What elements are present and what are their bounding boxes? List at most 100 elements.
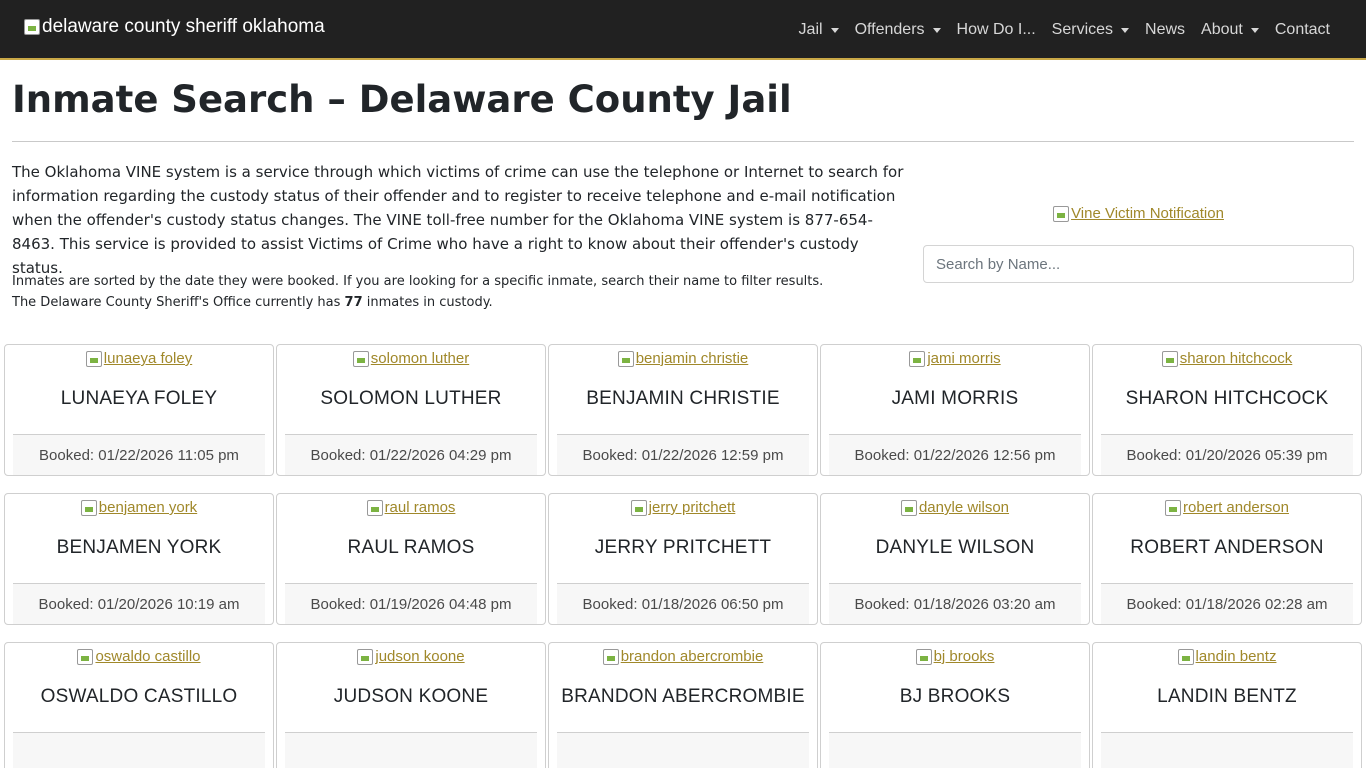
inmate-photo-alt-text: sharon hitchcock (1179, 350, 1293, 367)
inmate-card[interactable]: danyle wilson DANYLE WILSON Booked: 01/18/… (820, 493, 1090, 625)
caret-down-icon (932, 27, 941, 33)
inmate-photo-alt-text: jerry pritchett (648, 499, 736, 516)
broken-image-icon (630, 499, 647, 516)
inmate-photo-link[interactable]: solomon luther (277, 350, 545, 367)
inmate-photo-link[interactable]: raul ramos (277, 499, 545, 516)
inmate-card[interactable]: landin bentz LANDIN BENTZ (1092, 642, 1362, 768)
inmate-name[interactable]: BJ BROOKS (827, 685, 1083, 709)
inmate-photo-link[interactable]: benjamen york (5, 499, 273, 516)
inmate-card[interactable]: benjamen york BENJAMEN YORK Booked: 01/20/… (4, 493, 274, 625)
inmate-name[interactable]: JERRY PRITCHETT (555, 536, 811, 560)
nav-item-news[interactable]: News (1145, 0, 1185, 60)
inmate-card[interactable]: jerry pritchett JERRY PRITCHETT Booked: 01… (548, 493, 818, 625)
nav-item-contact[interactable]: Contact (1275, 0, 1330, 60)
inmate-photo-link[interactable]: bj brooks (821, 648, 1089, 665)
inmate-count-prefix: The Delaware County Sheriff's Office cur… (12, 295, 341, 310)
inmate-card[interactable]: oswaldo castillo OSWALDO CASTILLO (4, 642, 274, 768)
inmate-booked-date: Booked: 01/22/2026 12:59 pm (557, 434, 809, 475)
inmate-name[interactable]: JAMI MORRIS (827, 387, 1083, 411)
inmate-booked-date (13, 732, 265, 768)
inmate-photo-alt-text: bj brooks (933, 648, 995, 665)
inmate-photo-alt-text: jami morris (927, 350, 1001, 367)
nav-item-how-do-i[interactable]: How Do I... (957, 0, 1036, 60)
vine-notification-link[interactable]: Vine Victim Notification (923, 205, 1354, 222)
inmate-photo-link[interactable]: oswaldo castillo (5, 648, 273, 665)
nav-item-services[interactable]: Services (1052, 0, 1130, 60)
broken-image-icon (24, 19, 40, 35)
inmate-photo-alt-text: danyle wilson (918, 499, 1010, 516)
inmate-name[interactable]: SHARON HITCHCOCK (1099, 387, 1355, 411)
inmate-photo-link[interactable]: landin bentz (1093, 648, 1361, 665)
inmate-card[interactable]: sharon hitchcock SHARON HITCHCOCK Booked: … (1092, 344, 1362, 476)
inmate-card[interactable]: lunaeya foley LUNAEYA FOLEY Booked: 01/22/… (4, 344, 274, 476)
broken-image-icon (909, 350, 926, 367)
nav-item-offenders[interactable]: Offenders (855, 0, 941, 60)
inmate-booked-date (1101, 732, 1353, 768)
inmate-name[interactable]: DANYLE WILSON (827, 536, 1083, 560)
page-title: Inmate Search – Delaware County Jail (12, 78, 792, 121)
broken-image-icon (900, 499, 917, 516)
inmate-name[interactable]: RAUL RAMOS (283, 536, 539, 560)
inmate-photo-alt-text: benjamen york (98, 499, 198, 516)
inmate-count-suffix: inmates in custody. (366, 295, 493, 310)
inmate-booked-date: Booked: 01/18/2026 06:50 pm (557, 583, 809, 624)
inmate-photo-link[interactable]: benjamin christie (549, 350, 817, 367)
inmate-booked-date: Booked: 01/20/2026 05:39 pm (1101, 434, 1353, 475)
inmate-card[interactable]: judson koone JUDSON KOONE (276, 642, 546, 768)
broken-image-icon (1165, 499, 1182, 516)
inmate-photo-link[interactable]: danyle wilson (821, 499, 1089, 516)
inmate-photo-link[interactable]: brandon abercrombie (549, 648, 817, 665)
inmate-name[interactable]: BRANDON ABERCROMBIE (555, 685, 811, 709)
inmate-card[interactable]: robert anderson ROBERT ANDERSON Booked: 01… (1092, 493, 1362, 625)
inmate-photo-link[interactable]: lunaeya foley (5, 350, 273, 367)
sort-note-text: Inmates are sorted by the date they were… (12, 274, 824, 289)
inmate-name[interactable]: LANDIN BENTZ (1099, 685, 1355, 709)
inmate-photo-link[interactable]: judson koone (277, 648, 545, 665)
title-divider (12, 141, 1354, 142)
site-logo-link[interactable]: delaware county sheriff oklahoma (24, 16, 325, 38)
inmate-booked-date (557, 732, 809, 768)
inmate-name[interactable]: BENJAMIN CHRISTIE (555, 387, 811, 411)
nav-item-jail[interactable]: Jail (799, 0, 839, 60)
inmate-card[interactable]: brandon abercrombie BRANDON ABERCROMBIE (548, 642, 818, 768)
inmate-booked-date (285, 732, 537, 768)
nav-item-about[interactable]: About (1201, 0, 1259, 60)
inmate-name[interactable]: LUNAEYA FOLEY (11, 387, 267, 411)
broken-image-icon (357, 648, 374, 665)
inmate-photo-link[interactable]: robert anderson (1093, 499, 1361, 516)
inmate-grid: lunaeya foley LUNAEYA FOLEY Booked: 01/22/… (4, 344, 1362, 768)
inmate-booked-date: Booked: 01/18/2026 03:20 am (829, 583, 1081, 624)
inmate-photo-link[interactable]: jami morris (821, 350, 1089, 367)
inmate-name[interactable]: ROBERT ANDERSON (1099, 536, 1355, 560)
inmate-photo-link[interactable]: sharon hitchcock (1093, 350, 1361, 367)
inmate-card[interactable]: raul ramos RAUL RAMOS Booked: 01/19/2026 0… (276, 493, 546, 625)
inmate-photo-alt-text: solomon luther (370, 350, 470, 367)
inmate-photo-alt-text: brandon abercrombie (620, 648, 764, 665)
inmate-card[interactable]: jami morris JAMI MORRIS Booked: 01/22/2026… (820, 344, 1090, 476)
inmate-name[interactable]: BENJAMEN YORK (11, 536, 267, 560)
caret-down-icon (1121, 27, 1130, 33)
inmate-booked-date: Booked: 01/22/2026 12:56 pm (829, 434, 1081, 475)
inmate-name[interactable]: SOLOMON LUTHER (283, 387, 539, 411)
inmate-booked-date: Booked: 01/20/2026 10:19 am (13, 583, 265, 624)
inmate-photo-alt-text: lunaeya foley (103, 350, 193, 367)
inmate-card[interactable]: bj brooks BJ BROOKS (820, 642, 1090, 768)
inmate-name[interactable]: JUDSON KOONE (283, 685, 539, 709)
inmate-photo-alt-text: raul ramos (384, 499, 456, 516)
caret-down-icon (1250, 27, 1259, 33)
inmate-photo-alt-text: judson koone (375, 648, 465, 665)
inmate-search-input[interactable] (923, 245, 1354, 283)
inmate-photo-alt-text: benjamin christie (635, 350, 749, 367)
broken-image-icon (1177, 648, 1194, 665)
broken-image-icon (617, 350, 634, 367)
inmate-booked-date: Booked: 01/22/2026 04:29 pm (285, 434, 537, 475)
inmate-card[interactable]: benjamin christie BENJAMIN CHRISTIE Booked… (548, 344, 818, 476)
inmate-photo-alt-text: oswaldo castillo (95, 648, 201, 665)
broken-image-icon (80, 499, 97, 516)
broken-image-icon (1053, 205, 1070, 222)
broken-image-icon (77, 648, 94, 665)
inmate-photo-link[interactable]: jerry pritchett (549, 499, 817, 516)
inmate-name[interactable]: OSWALDO CASTILLO (11, 685, 267, 709)
inmate-card[interactable]: solomon luther SOLOMON LUTHER Booked: 01/2… (276, 344, 546, 476)
vine-intro-text: The Oklahoma VINE system is a service th… (12, 163, 904, 277)
